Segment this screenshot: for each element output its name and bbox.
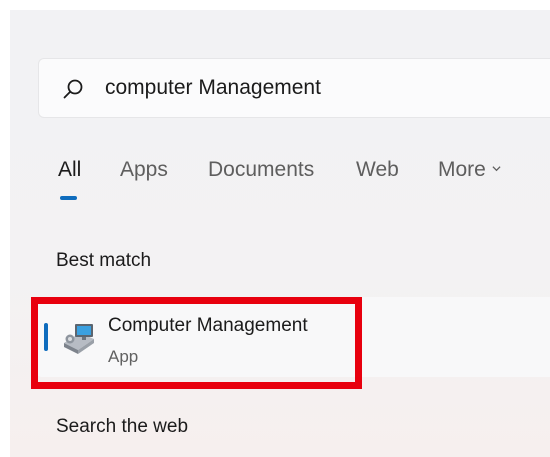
tab-documents[interactable]: Documents	[208, 158, 314, 182]
tab-apps[interactable]: Apps	[120, 158, 168, 182]
tab-active-indicator	[60, 196, 77, 200]
filter-tabs: All Apps Documents Web More	[10, 158, 550, 208]
tab-more[interactable]: More	[438, 158, 501, 182]
highlight-box	[31, 297, 362, 389]
search-icon	[63, 79, 83, 99]
search-query[interactable]: computer Management	[105, 76, 321, 100]
search-panel: computer Management All Apps Documents W…	[10, 10, 550, 457]
tab-all[interactable]: All	[58, 158, 81, 182]
search-web-heading: Search the web	[56, 416, 189, 437]
tab-more-label: More	[438, 158, 486, 181]
best-match-heading: Best match	[56, 250, 152, 271]
tab-web[interactable]: Web	[356, 158, 399, 182]
search-input[interactable]: computer Management	[38, 58, 550, 118]
chevron-down-icon	[492, 166, 501, 172]
